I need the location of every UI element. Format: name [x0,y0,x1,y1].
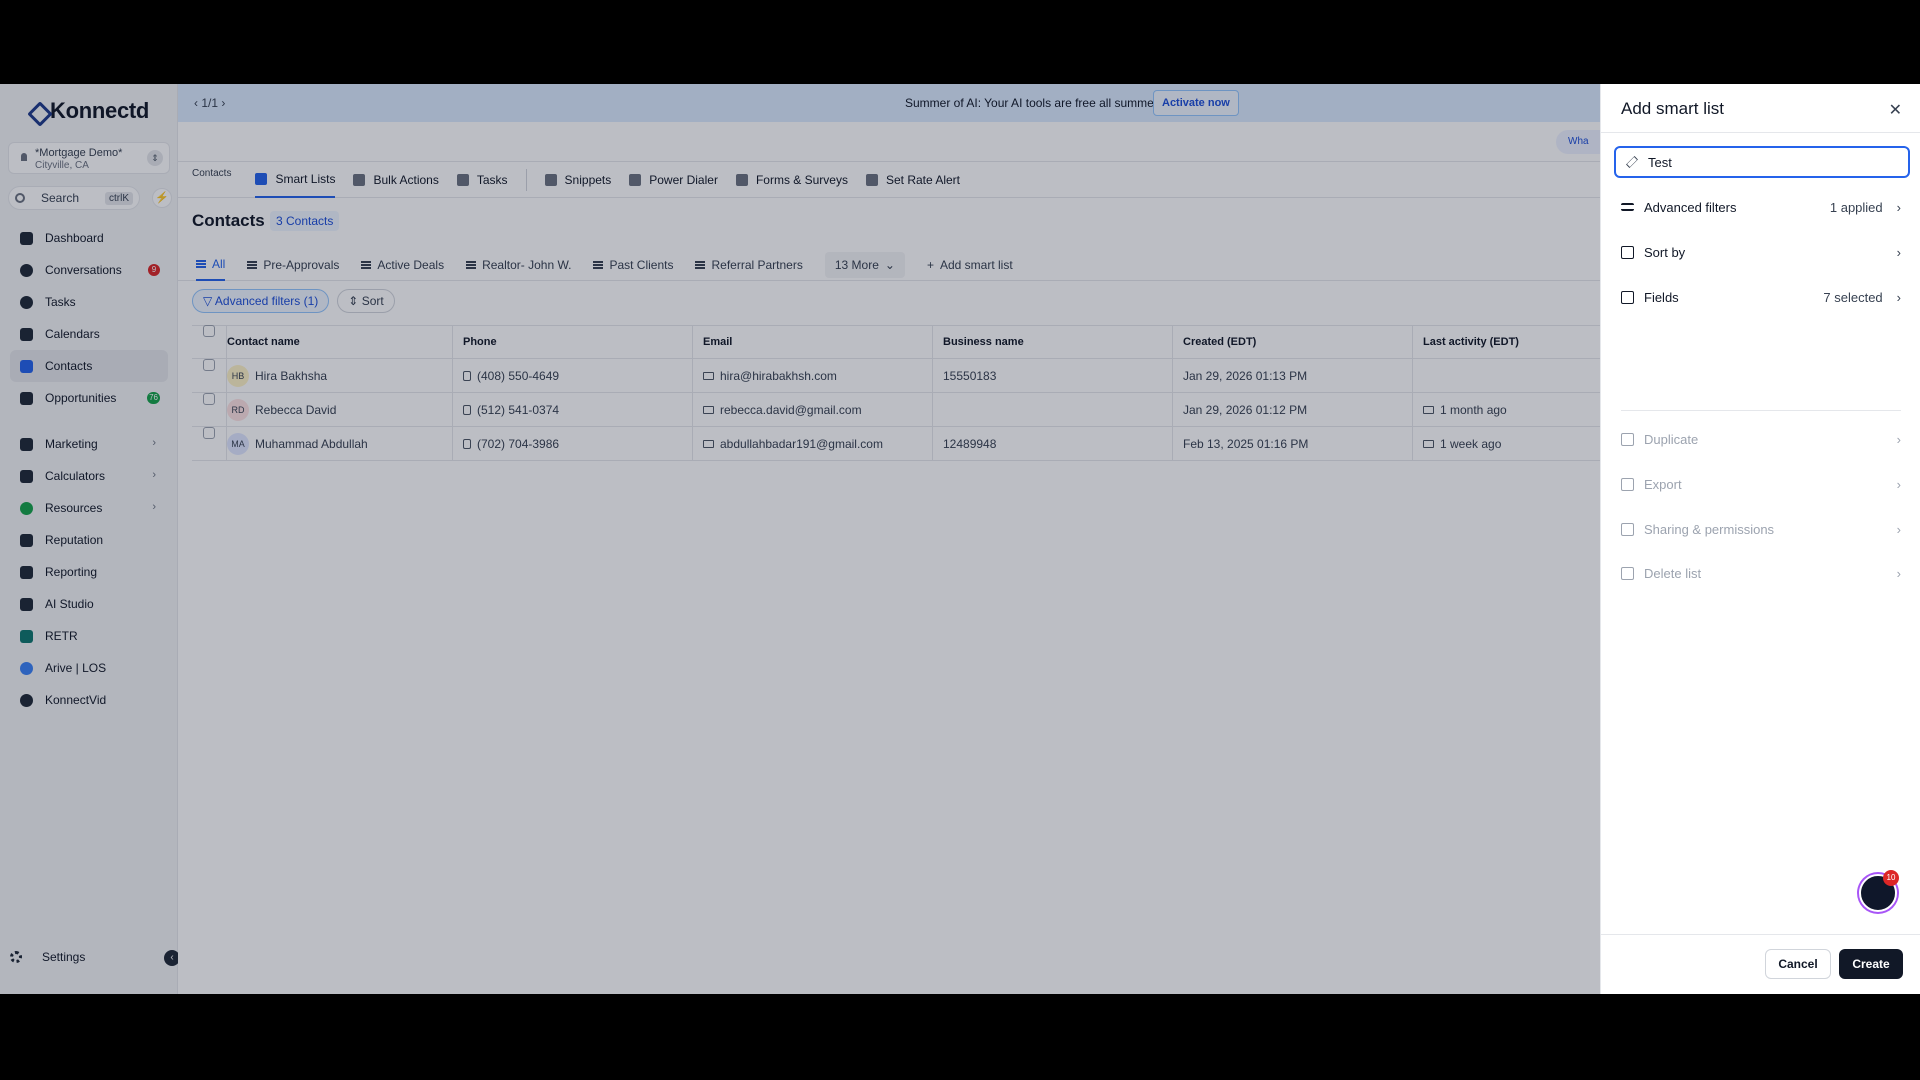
pencil-icon [1626,156,1638,168]
row-label: Advanced filters [1644,199,1737,215]
advanced-filters-row[interactable]: Advanced filters 1 applied › [1621,192,1901,222]
row-value: 7 selected [1823,289,1883,305]
copy-icon [1621,432,1634,446]
row-label: Sharing & permissions [1644,521,1775,537]
export-row: Export › [1621,469,1901,499]
row-label: Duplicate [1644,431,1699,447]
create-button[interactable]: Create [1839,949,1903,979]
divider [1601,132,1920,133]
row-label: Fields [1644,289,1679,305]
row-label: Sort by [1644,244,1686,260]
chevron-right-icon: › [1896,199,1901,215]
chevron-right-icon: › [1896,244,1901,260]
close-icon[interactable]: ✕ [1889,100,1902,120]
row-label: Delete list [1644,565,1702,581]
app-window: Konnectd *Mortgage Demo* Cityville, CA ⇕… [0,84,1920,994]
divider [1621,410,1901,411]
smart-list-name-input[interactable]: Test [1614,146,1910,178]
modal-backdrop[interactable] [0,84,1600,994]
duplicate-row: Duplicate › [1621,424,1901,454]
drawer-footer: Cancel Create [1601,934,1920,994]
smart-list-name-value: Test [1648,154,1672,170]
chevron-right-icon: › [1896,289,1901,305]
filter-icon [1621,203,1634,211]
sort-icon [1621,245,1634,259]
row-label: Export [1644,476,1682,492]
add-smart-list-drawer: Add smart list ✕ Test Advanced filters 1… [1600,84,1920,994]
columns-icon [1621,290,1634,304]
cancel-button[interactable]: Cancel [1765,949,1831,979]
sharing-permissions-row: Sharing & permissions › [1621,514,1901,544]
chevron-right-icon: › [1896,565,1901,581]
trash-icon [1621,566,1634,580]
row-value: 1 applied [1829,199,1883,215]
export-icon [1621,477,1634,491]
sort-by-row[interactable]: Sort by › [1621,237,1901,267]
chevron-right-icon: › [1896,476,1901,492]
share-icon [1621,522,1634,536]
drawer-title: Add smart list [1621,99,1724,118]
chevron-right-icon: › [1896,521,1901,537]
fields-row[interactable]: Fields 7 selected › [1621,282,1901,312]
chat-notification-badge: 10 [1883,870,1899,886]
chevron-right-icon: › [1896,431,1901,447]
delete-list-row: Delete list › [1621,558,1901,588]
